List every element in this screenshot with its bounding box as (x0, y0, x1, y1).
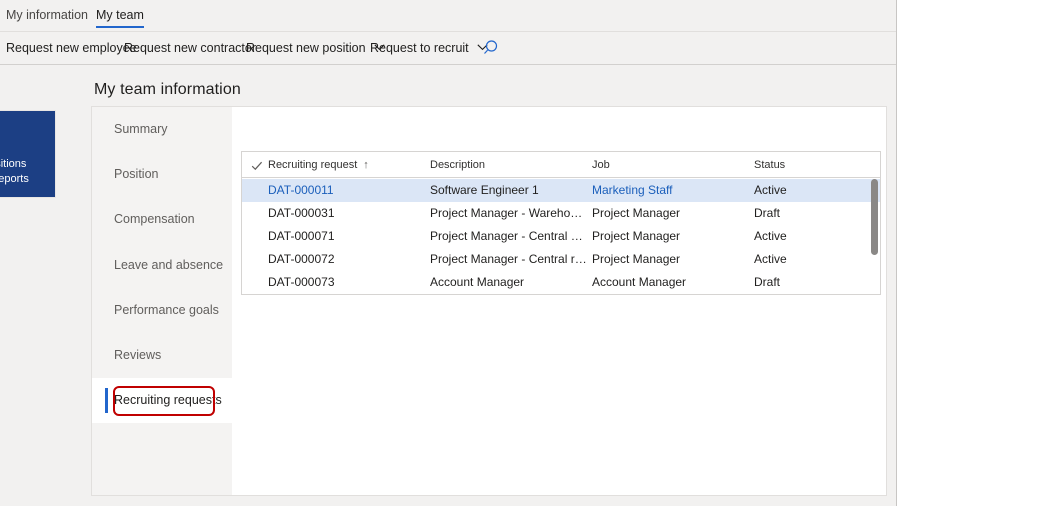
table-row[interactable]: DAT-000072 Project Manager - Central reg… (242, 248, 880, 271)
cell-recruiting-request[interactable]: DAT-000011 (268, 179, 426, 202)
sidebar-item-recruiting-requests[interactable]: Recruiting requests (92, 378, 260, 423)
sidebar-item-label: Summary (114, 122, 167, 136)
column-header-recruiting-request[interactable]: Recruiting request ↑ (268, 152, 369, 178)
clipped-nav-tile-line1: positions (0, 157, 55, 172)
selected-accent-bar (105, 388, 108, 413)
column-header-label: Description (430, 159, 485, 171)
sidebar-item-label: Reviews (114, 348, 161, 362)
request-new-contractor-button[interactable]: Request new contractor (124, 32, 256, 64)
cell-status: Active (754, 179, 864, 202)
scrollbar-thumb[interactable] (871, 179, 878, 255)
cell-job: Project Manager (592, 248, 750, 271)
column-header-label: Status (754, 159, 785, 171)
content-card: Summary Position Compensation Leave and … (91, 106, 887, 496)
page-title: My team information (94, 81, 241, 99)
sidebar-item-summary[interactable]: Summary (92, 107, 232, 152)
cell-job[interactable]: Marketing Staff (592, 179, 750, 202)
sidebar-item-label: Position (114, 167, 158, 181)
sidebar-item-reviews[interactable]: Reviews (92, 333, 232, 378)
search-icon[interactable] (483, 38, 503, 58)
tab-my-information-label: My information (6, 8, 88, 22)
cell-description: Project Manager - Central divisi... (430, 225, 588, 248)
table-row[interactable]: DAT-000011 Software Engineer 1 Marketing… (242, 179, 880, 202)
tab-my-team[interactable]: My team (96, 0, 144, 31)
request-to-recruit-label: Request to recruit (370, 41, 469, 55)
action-toolbar: Request new employee Request new contrac… (0, 32, 896, 65)
tab-my-information[interactable]: My information (6, 0, 88, 31)
sidebar-item-leave-and-absence[interactable]: Leave and absence (92, 243, 232, 288)
clipped-nav-tile[interactable]: positions ct reports (0, 110, 56, 198)
request-new-position-button[interactable]: Request new position (246, 32, 385, 64)
cell-status: Draft (754, 202, 864, 225)
cell-job: Account Manager (592, 271, 750, 294)
cell-description: Account Manager (430, 271, 588, 294)
request-new-employee-label: Request new employee (6, 41, 137, 55)
column-header-label: Job (592, 159, 610, 171)
sidebar-item-label: Leave and absence (114, 258, 223, 272)
request-new-position-label: Request new position (246, 41, 366, 55)
cell-recruiting-request[interactable]: DAT-000071 (268, 225, 426, 248)
cell-description: Project Manager - Warehouse (430, 202, 588, 225)
application-window: My information My team Request new emplo… (0, 0, 897, 506)
cell-job: Project Manager (592, 225, 750, 248)
sidebar-item-compensation[interactable]: Compensation (92, 197, 232, 242)
sidebar-item-label: Compensation (114, 212, 195, 226)
grid-vertical-scrollbar[interactable] (871, 179, 878, 293)
sidebar-item-performance-goals[interactable]: Performance goals (92, 288, 232, 333)
cell-recruiting-request[interactable]: DAT-000072 (268, 248, 426, 271)
sub-navigation: Summary Position Compensation Leave and … (92, 107, 232, 495)
tab-active-underline (96, 26, 144, 28)
page-body: positions ct reports My team information… (0, 65, 896, 506)
cell-description: Project Manager - Central region (430, 248, 588, 271)
request-to-recruit-button[interactable]: Request to recruit (370, 32, 488, 64)
request-new-employee-button[interactable]: Request new employee (6, 32, 137, 64)
column-header-job[interactable]: Job (592, 152, 610, 178)
table-row[interactable]: DAT-000031 Project Manager - Warehouse P… (242, 202, 880, 225)
sort-ascending-icon: ↑ (363, 152, 369, 178)
sidebar-item-label: Performance goals (114, 303, 219, 317)
tab-strip: My information My team (0, 0, 896, 32)
sidebar-item-label: Recruiting requests (114, 393, 222, 407)
table-row[interactable]: DAT-000071 Project Manager - Central div… (242, 225, 880, 248)
cell-recruiting-request[interactable]: DAT-000073 (268, 271, 426, 294)
tab-my-team-label: My team (96, 8, 144, 22)
grid-header-row: Recruiting request ↑ Description Job Stat… (242, 152, 880, 178)
column-header-description[interactable]: Description (430, 152, 485, 178)
checkmark-icon[interactable] (251, 159, 263, 171)
cell-job: Project Manager (592, 202, 750, 225)
recruiting-requests-grid: Recruiting request ↑ Description Job Stat… (241, 151, 881, 295)
cell-status: Active (754, 225, 864, 248)
table-row[interactable]: DAT-000073 Account Manager Account Manag… (242, 271, 880, 294)
column-header-status[interactable]: Status (754, 152, 785, 178)
request-new-contractor-label: Request new contractor (124, 41, 256, 55)
clipped-nav-tile-line2: ct reports (0, 172, 55, 187)
column-header-label: Recruiting request (268, 159, 357, 171)
cell-description: Software Engineer 1 (430, 179, 588, 202)
cell-status: Active (754, 248, 864, 271)
cell-recruiting-request[interactable]: DAT-000031 (268, 202, 426, 225)
sidebar-item-position[interactable]: Position (92, 152, 232, 197)
cell-status: Draft (754, 271, 864, 294)
